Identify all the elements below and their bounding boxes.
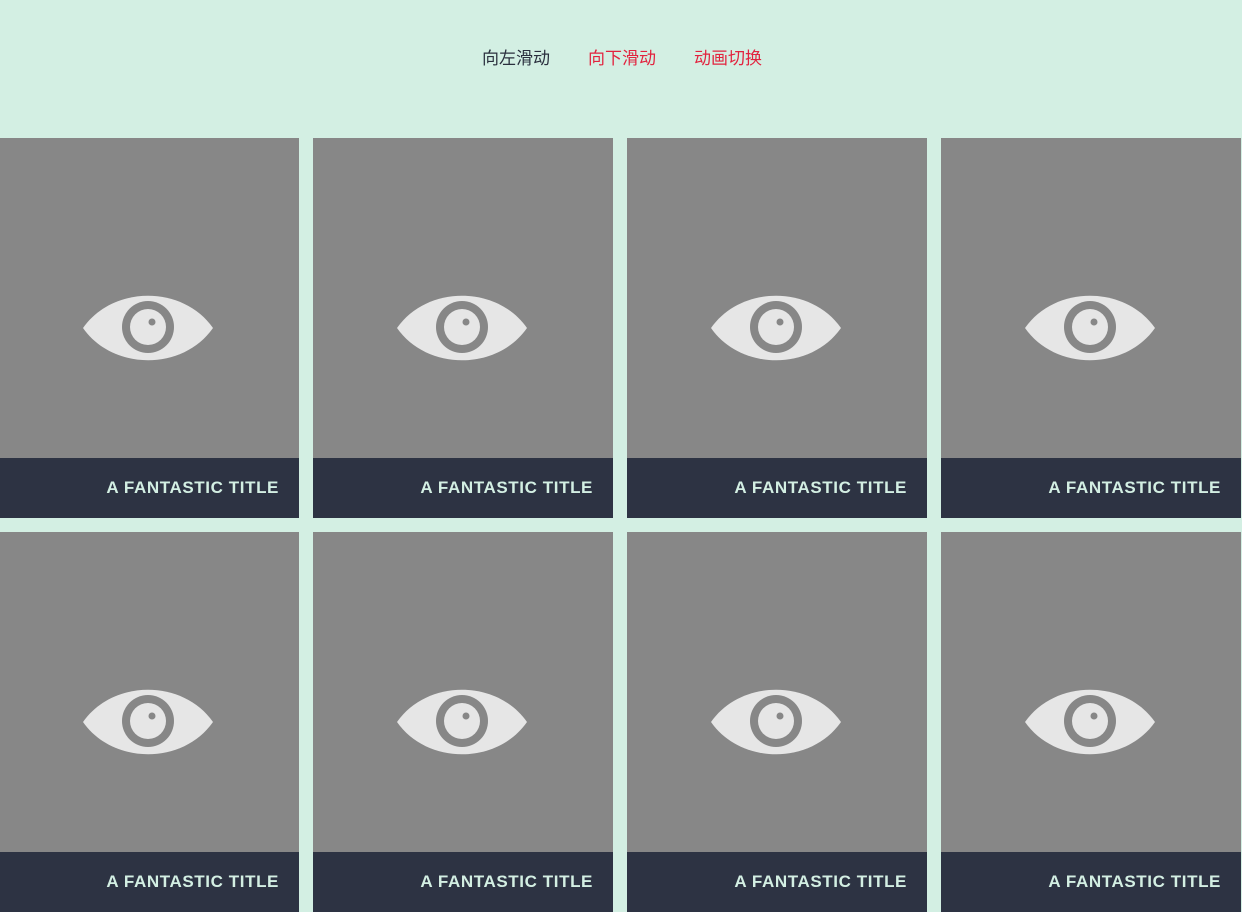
card-caption: A FANTASTIC TITLE — [0, 852, 299, 912]
card-title: A FANTASTIC TITLE — [1048, 478, 1221, 497]
card-title: A FANTASTIC TITLE — [420, 478, 593, 497]
card-3[interactable]: A FANTASTIC TITLE — [627, 138, 927, 518]
card-2[interactable]: A FANTASTIC TITLE — [313, 138, 613, 518]
nav-link-slide-down[interactable]: 向下滑动 — [588, 48, 656, 70]
eye-icon — [711, 689, 841, 755]
card-caption: A FANTASTIC TITLE — [0, 458, 299, 518]
card-4[interactable]: A FANTASTIC TITLE — [941, 138, 1241, 518]
eye-icon — [397, 295, 527, 361]
card-title: A FANTASTIC TITLE — [1048, 872, 1221, 891]
card-7[interactable]: A FANTASTIC TITLE — [627, 532, 927, 912]
card-1[interactable]: A FANTASTIC TITLE — [0, 138, 299, 518]
eye-icon — [711, 295, 841, 361]
eye-icon — [1025, 689, 1155, 755]
card-6[interactable]: A FANTASTIC TITLE — [313, 532, 613, 912]
card-title: A FANTASTIC TITLE — [106, 478, 279, 497]
top-navigation: 向左滑动 向下滑动 动画切换 — [0, 0, 1242, 138]
card-title: A FANTASTIC TITLE — [106, 872, 279, 891]
card-title: A FANTASTIC TITLE — [420, 872, 593, 891]
card-title: A FANTASTIC TITLE — [734, 478, 907, 497]
nav-links: 向左滑动 向下滑动 动画切换 — [480, 48, 762, 70]
card-5[interactable]: A FANTASTIC TITLE — [0, 532, 299, 912]
eye-icon — [1025, 295, 1155, 361]
card-caption: A FANTASTIC TITLE — [941, 852, 1241, 912]
eye-icon — [397, 689, 527, 755]
card-title: A FANTASTIC TITLE — [734, 872, 907, 891]
eye-icon — [83, 689, 213, 755]
card-caption: A FANTASTIC TITLE — [313, 852, 613, 912]
eye-icon — [83, 295, 213, 361]
card-caption: A FANTASTIC TITLE — [941, 458, 1241, 518]
nav-link-animation-switch[interactable]: 动画切换 — [694, 48, 762, 70]
card-caption: A FANTASTIC TITLE — [627, 852, 927, 912]
card-caption: A FANTASTIC TITLE — [313, 458, 613, 518]
nav-link-slide-left[interactable]: 向左滑动 — [482, 48, 550, 70]
card-caption: A FANTASTIC TITLE — [627, 458, 927, 518]
card-8[interactable]: A FANTASTIC TITLE — [941, 532, 1241, 912]
